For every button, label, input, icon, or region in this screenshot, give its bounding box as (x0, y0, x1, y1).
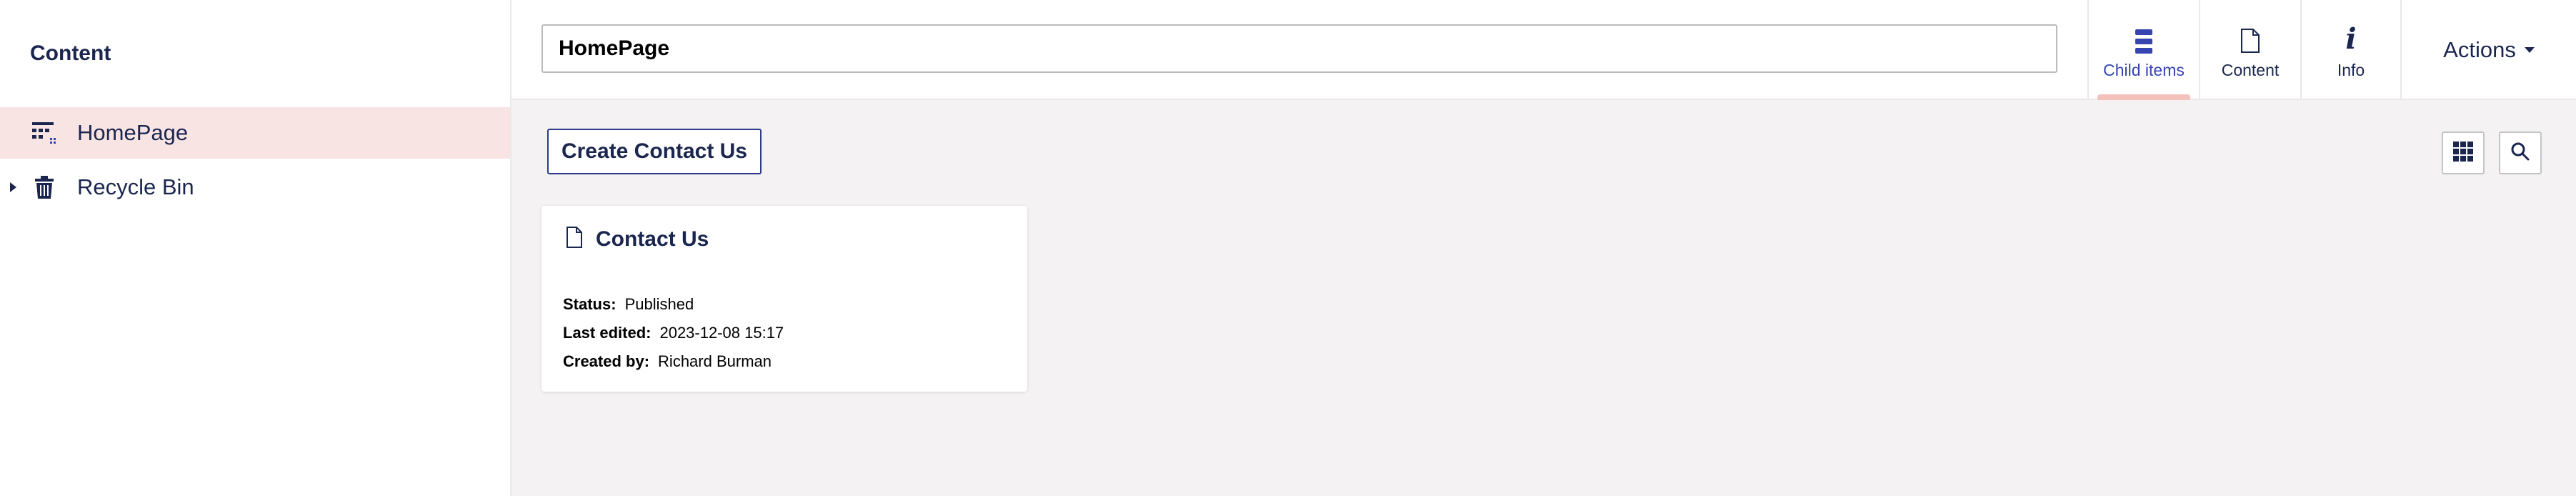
child-item-card[interactable]: Contact Us Status: Published Last edited… (541, 206, 1027, 392)
search-button[interactable] (2499, 132, 2542, 174)
search-icon (2511, 142, 2530, 164)
tab-label: Content (2221, 60, 2280, 79)
tab-info[interactable]: i Info (2300, 0, 2400, 100)
node-name-input[interactable] (541, 24, 2057, 73)
caret-down-icon (2524, 47, 2535, 53)
last-edited-label: Last edited: (563, 324, 652, 342)
card-title-text: Contact Us (596, 227, 709, 251)
tree-item-label: HomePage (77, 120, 189, 145)
caret-right-icon[interactable] (10, 182, 16, 192)
tab-label: Child items (2103, 60, 2185, 79)
actions-label: Actions (2443, 37, 2516, 62)
card-properties: Status: Published Last edited: 2023-12-0… (563, 290, 784, 376)
document-icon (566, 226, 583, 252)
created-by-label: Created by: (563, 352, 650, 370)
status-row: Status: Published (563, 290, 784, 319)
child-items-workspace: Create Contact Us Contact Us Status: Pub… (511, 100, 2576, 496)
trash-icon (31, 174, 57, 200)
grid-view-button[interactable] (2442, 132, 2485, 174)
created-by-row: Created by: Richard Burman (563, 347, 784, 376)
tree-item-label: Recycle Bin (77, 174, 194, 199)
tab-child-items[interactable]: Child items (2087, 0, 2199, 100)
actions-menu-button[interactable]: Actions (2400, 0, 2576, 100)
list-icon (2135, 21, 2152, 54)
active-tab-indicator (2097, 94, 2190, 100)
tree-item-recycle-bin[interactable]: Recycle Bin (0, 162, 510, 213)
tab-content[interactable]: Content (2199, 0, 2300, 100)
grid-view-icon (2452, 141, 2474, 166)
tree-item-homepage[interactable]: HomePage (0, 107, 510, 159)
editor-header: Child items Content i Info Actions (511, 0, 2576, 100)
document-grid-icon (31, 120, 57, 146)
last-edited-value: 2023-12-08 15:17 (659, 324, 784, 342)
sidebar-header: Content (30, 41, 111, 65)
document-icon (2240, 21, 2260, 54)
info-icon: i (2345, 21, 2357, 56)
last-edited-row: Last edited: 2023-12-08 15:17 (563, 319, 784, 347)
tab-label: Info (2337, 60, 2365, 79)
status-label: Status: (563, 295, 616, 313)
content-tree-sidebar: Content HomePage Recycle Bin (0, 0, 511, 496)
created-by-value: Richard Burman (658, 352, 772, 370)
create-contact-us-button[interactable]: Create Contact Us (547, 129, 762, 174)
card-title[interactable]: Contact Us (566, 226, 709, 252)
status-value: Published (624, 295, 694, 313)
